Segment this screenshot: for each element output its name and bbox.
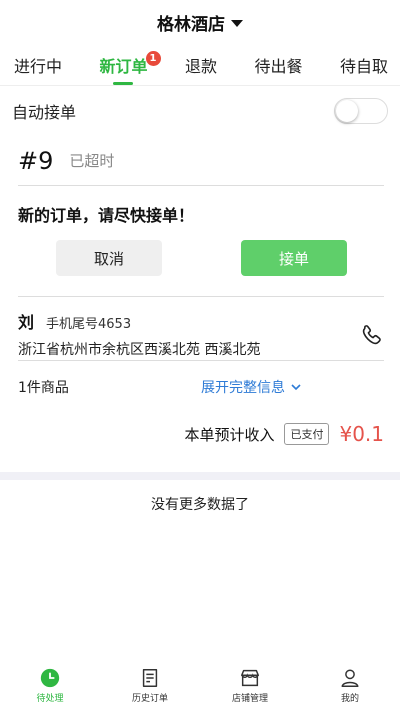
accept-order-button[interactable]: 接单 (241, 240, 347, 276)
new-order-count-badge: 1 (145, 50, 161, 66)
tab-label: 进行中 (14, 56, 63, 76)
active-tab-indicator (113, 81, 134, 85)
goods-row: 1件商品 展开完整信息 (18, 360, 384, 412)
user-icon (341, 669, 359, 687)
order-card: #9 已超时 新的订单，请尽快接单！ 取消 接单 刘 手机尾号4653 浙江省杭… (0, 136, 400, 456)
clock-icon (40, 668, 60, 688)
auto-accept-label: 自动接单 (12, 103, 77, 122)
tab-pending-meal[interactable]: 待出餐 (254, 44, 302, 86)
tab-new-orders[interactable]: 新订单 1 (99, 44, 161, 86)
income-row: 本单预计收入 已支付 ¥0.1 (18, 412, 384, 456)
order-status: 已超时 (69, 152, 115, 170)
auto-accept-toggle[interactable] (334, 98, 388, 124)
phone-icon[interactable] (360, 323, 384, 347)
auto-accept-row: 自动接单 (0, 86, 400, 136)
customer-name: 刘 (18, 313, 35, 332)
tab-label: 新订单 (99, 56, 148, 76)
customer-info: 刘 手机尾号4653 浙江省杭州市余杭区西溪北苑 西溪北苑 (18, 296, 384, 360)
top-bar: 格林酒店 (0, 0, 400, 44)
nav-pending[interactable]: 待处理 (0, 667, 100, 711)
order-amount: ¥0.1 (339, 422, 384, 446)
bottom-nav: 待处理 历史订单 店铺管理 我的 (0, 667, 400, 711)
section-divider (0, 472, 400, 480)
tab-label: 待出餐 (254, 56, 303, 76)
nav-history-orders[interactable]: 历史订单 (100, 667, 200, 711)
document-icon (142, 669, 158, 687)
order-message: 新的订单，请尽快接单！ (18, 206, 195, 225)
expand-label: 展开完整信息 (201, 379, 285, 396)
order-actions: 取消 接单 (18, 234, 384, 296)
order-header: #9 已超时 (18, 136, 384, 186)
nav-store-management[interactable]: 店铺管理 (200, 667, 300, 711)
caret-down-icon (231, 19, 243, 27)
goods-count: 1件商品 (18, 379, 69, 396)
tab-refund[interactable]: 退款 (185, 44, 217, 86)
tab-in-progress[interactable]: 进行中 (14, 44, 62, 86)
expand-details-link[interactable]: 展开完整信息 (201, 377, 301, 397)
list-end-text: 没有更多数据了 (151, 497, 249, 513)
income-label: 本单预计收入 (184, 425, 275, 444)
customer-phone-tail: 手机尾号4653 (46, 317, 132, 332)
nav-label: 历史订单 (131, 694, 168, 704)
toggle-knob (336, 100, 358, 122)
nav-label: 我的 (340, 694, 359, 704)
chevron-down-icon (291, 383, 301, 390)
nav-label: 店铺管理 (231, 694, 268, 704)
tab-label: 待自取 (339, 56, 388, 76)
order-tabs: 进行中 新订单 1 退款 待出餐 待自取 (0, 44, 400, 86)
store-icon (241, 669, 259, 687)
customer-address: 浙江省杭州市余杭区西溪北苑 西溪北苑 (18, 342, 261, 358)
tab-label: 退款 (184, 56, 217, 76)
cancel-button[interactable]: 取消 (56, 240, 162, 276)
store-name: 格林酒店 (157, 14, 225, 35)
store-selector[interactable]: 格林酒店 (157, 10, 243, 35)
nav-label: 待处理 (36, 694, 64, 704)
tab-self-pickup[interactable]: 待自取 (340, 44, 388, 86)
paid-badge: 已支付 (284, 423, 330, 445)
order-number: #9 (18, 146, 54, 175)
nav-mine[interactable]: 我的 (300, 667, 400, 711)
